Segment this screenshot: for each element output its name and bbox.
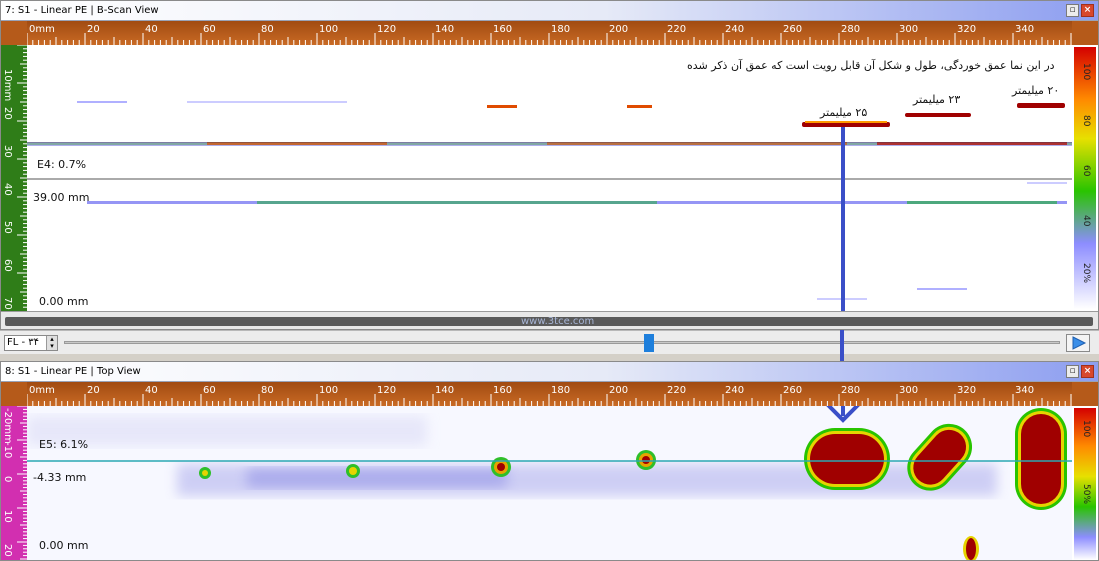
topview-scale-tick: 100 xyxy=(1081,420,1091,437)
bscan-x-tick-label: 200 xyxy=(609,24,628,35)
bscan-y-ruler: 10mm 20 30 40 50 60 70 xyxy=(1,44,27,311)
topview-x-tick-label: 40 xyxy=(145,385,158,396)
topview-x-tick-label: 80 xyxy=(261,385,274,396)
maximize-icon[interactable]: ▫ xyxy=(1066,365,1079,378)
bscan-x-tick-label: 120 xyxy=(377,24,396,35)
topview-x-tick-label: 180 xyxy=(551,385,570,396)
topview-y-tick-label: 10 xyxy=(2,510,13,523)
frame-slider-thumb[interactable] xyxy=(644,334,654,352)
topview-x-tick-label: 100 xyxy=(319,385,338,396)
depth-label-23mm: ۲۳ میلیمتر xyxy=(913,93,961,106)
bscan-scale-tick: 100 xyxy=(1081,63,1091,80)
bscan-scale-tick: 40 xyxy=(1081,215,1091,227)
bscan-x-tick-label: 280 xyxy=(841,24,860,35)
bscan-x-tick-label: 160 xyxy=(493,24,512,35)
bscan-x-tick-label: 60 xyxy=(203,24,216,35)
bscan-gate-label: E4: 0.7% xyxy=(37,158,87,171)
topview-ruler-corner-right xyxy=(1072,382,1098,406)
bscan-ruler-corner-right xyxy=(1072,21,1098,45)
topview-x-tick-label: 340 xyxy=(1015,385,1034,396)
bscan-zero-label: 0.00 mm xyxy=(39,295,89,308)
bscan-scale-tick: 20% xyxy=(1081,263,1091,283)
bscan-x-tick-label: 20 xyxy=(87,24,100,35)
topview-gate-label: E5: 6.1% xyxy=(39,438,89,451)
frame-control-bar: FL - ۳۴ ▴ ▾ xyxy=(0,330,1099,354)
close-icon[interactable]: × xyxy=(1081,365,1094,378)
topview-title: 8: S1 - Linear PE | Top View xyxy=(5,366,141,377)
topview-x-tick-label: 260 xyxy=(783,385,802,396)
bscan-cursor-label: 39.00 mm xyxy=(33,191,90,204)
topview-x-tick-label: 160 xyxy=(493,385,512,396)
bscan-x-tick-label: 0mm xyxy=(29,24,55,35)
topview-x-ruler: 0mm 20 40 60 80 100 120 140 160 180 200 220 240 260 28… xyxy=(26,382,1072,406)
bscan-y-tick-label: 30 xyxy=(2,145,13,158)
bscan-x-tick-label: 260 xyxy=(783,24,802,35)
bscan-x-tick-label: 100 xyxy=(319,24,338,35)
topview-x-tick-label: 0mm xyxy=(29,385,55,396)
topview-y-tick-label: 0 xyxy=(2,476,13,482)
bscan-scale-tick: 80 xyxy=(1081,115,1091,127)
bscan-window: 7: S1 - Linear PE | B-Scan View ▫ × 0mm 2… xyxy=(0,0,1099,330)
bscan-x-tick-label: 40 xyxy=(145,24,158,35)
frame-select-value: FL - ۳۴ xyxy=(7,337,40,348)
depth-label-25mm: ۲۵ میلیمتر xyxy=(820,106,868,119)
topview-x-tick-label: 20 xyxy=(87,385,100,396)
play-icon[interactable] xyxy=(1066,334,1090,352)
topview-plot[interactable]: E5: 6.1% -4.33 mm 0.00 mm xyxy=(27,406,1072,560)
frame-slider-track[interactable] xyxy=(64,341,1060,344)
bscan-scale-tick: 60 xyxy=(1081,165,1091,177)
bscan-y-tick-label: 20 xyxy=(2,107,13,120)
topview-x-tick-label: 200 xyxy=(609,385,628,396)
bscan-ruler-corner xyxy=(1,21,27,45)
topview-y-tick-label: -20mm xyxy=(2,408,13,444)
bscan-x-tick-label: 80 xyxy=(261,24,274,35)
topview-x-tick-label: 240 xyxy=(725,385,744,396)
bscan-y-tick-label: 70 xyxy=(2,297,13,310)
bscan-x-tick-label: 240 xyxy=(725,24,744,35)
topview-x-tick-label: 320 xyxy=(957,385,976,396)
bscan-x-tick-label: 180 xyxy=(551,24,570,35)
topview-scale-tick: 50% xyxy=(1081,484,1091,504)
maximize-icon[interactable]: ▫ xyxy=(1066,4,1079,17)
annotation-text: در این نما عمق خوردگی، طول و شکل آن قابل… xyxy=(687,59,1055,72)
topview-x-tick-label: 300 xyxy=(899,385,918,396)
topview-zero-label: 0.00 mm xyxy=(39,539,89,552)
bscan-y-tick-label: 60 xyxy=(2,259,13,272)
spinner-icon[interactable]: ▴ ▾ xyxy=(46,336,57,350)
topview-y-tick-label: -10 xyxy=(2,442,13,458)
topview-cursor-label: -4.33 mm xyxy=(33,471,87,484)
topview-y-tick-label: 20 xyxy=(2,544,13,557)
topview-x-tick-label: 280 xyxy=(841,385,860,396)
topview-x-tick-label: 220 xyxy=(667,385,686,396)
bscan-x-tick-label: 300 xyxy=(899,24,918,35)
bscan-titlebar[interactable]: 7: S1 - Linear PE | B-Scan View ▫ × xyxy=(1,1,1098,21)
bscan-color-scale: 100 80 60 40 20% xyxy=(1072,45,1098,311)
watermark-strip: www.3tce.com xyxy=(521,316,595,327)
topview-color-scale: 100 50% xyxy=(1072,406,1098,560)
bscan-x-ruler: 0mm 20 40 60 80 100 120 140 160 180 200 220 240 260 28… xyxy=(26,21,1072,45)
frame-select[interactable]: FL - ۳۴ ▴ ▾ xyxy=(4,335,58,351)
topview-ruler-corner xyxy=(1,382,27,406)
topview-x-tick-label: 140 xyxy=(435,385,454,396)
bscan-y-tick-label: 40 xyxy=(2,183,13,196)
topview-x-tick-label: 120 xyxy=(377,385,396,396)
depth-label-20mm: ۲۰ میلیمتر xyxy=(1012,84,1060,97)
close-icon[interactable]: × xyxy=(1081,4,1094,17)
bscan-plot[interactable]: E4: 0.7% 39.00 mm 0.00 mm در این نما عمق… xyxy=(27,45,1072,311)
bscan-y-tick-label: 50 xyxy=(2,221,13,234)
topview-y-ruler: -20mm -10 0 10 20 xyxy=(1,405,27,560)
bscan-title: 7: S1 - Linear PE | B-Scan View xyxy=(5,5,159,16)
bscan-x-tick-label: 340 xyxy=(1015,24,1034,35)
topview-titlebar[interactable]: 8: S1 - Linear PE | Top View ▫ × xyxy=(1,362,1098,382)
bscan-scrollbar[interactable]: www.3tce.com xyxy=(1,311,1098,329)
bscan-x-tick-label: 320 xyxy=(957,24,976,35)
annotation-arrow xyxy=(840,330,844,361)
bscan-x-tick-label: 140 xyxy=(435,24,454,35)
topview-x-tick-label: 60 xyxy=(203,385,216,396)
bscan-x-tick-label: 220 xyxy=(667,24,686,35)
bscan-y-tick-label: 10mm xyxy=(2,69,13,101)
topview-window: 8: S1 - Linear PE | Top View ▫ × 0mm 20 40… xyxy=(0,361,1099,561)
